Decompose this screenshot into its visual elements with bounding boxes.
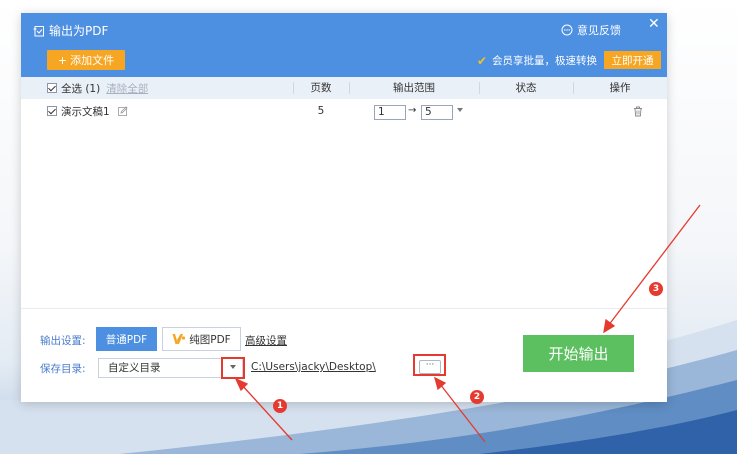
range-from-input[interactable]: 1 xyxy=(374,105,406,120)
select-all-label: 全选 (1) xyxy=(61,82,101,95)
table-row: 演示文稿1 5 1 → 5 xyxy=(21,100,667,122)
vip-check-icon: ✔ xyxy=(477,53,488,68)
feedback-label: 意见反馈 xyxy=(577,24,621,37)
plus-icon: + xyxy=(57,53,68,67)
chat-bubble-icon xyxy=(561,24,573,36)
save-dir-label: 保存目录: xyxy=(40,363,86,375)
export-pdf-icon xyxy=(33,25,44,36)
output-settings-label: 输出设置: xyxy=(40,335,86,347)
row-file-name: 演示文稿1 xyxy=(47,100,128,122)
col-pages: 页数 xyxy=(310,82,332,94)
range-to-input[interactable]: 5 xyxy=(421,105,453,120)
start-export-button[interactable]: 开始输出 xyxy=(523,335,634,372)
trash-icon[interactable] xyxy=(633,106,643,117)
annotation-badge-1: 1 xyxy=(273,399,287,413)
close-icon[interactable]: ✕ xyxy=(648,17,660,31)
highlight-browse xyxy=(413,354,446,376)
feedback-link[interactable]: 意见反馈 xyxy=(561,22,621,38)
open-vip-button[interactable]: 立即开通 xyxy=(604,51,661,69)
title-bar: 输出为PDF 意见反馈 ✕ + 添加文件 ✔ 会员享批量，极速转换 立即开通 xyxy=(21,13,667,77)
highlight-dropdown xyxy=(221,357,245,379)
vip-promo: ✔ 会员享批量，极速转换 xyxy=(477,53,597,68)
add-file-label: 添加文件 xyxy=(70,54,115,67)
select-all[interactable]: 全选 (1) 清除全部 xyxy=(47,77,148,99)
row-checkbox[interactable] xyxy=(47,106,57,116)
image-pdf-label: 纯图PDF xyxy=(189,333,231,346)
col-actions: 操作 xyxy=(609,82,631,94)
vip-crown-icon xyxy=(172,334,186,344)
file-table-header: 全选 (1) 清除全部 页数 输出范围 状态 操作 xyxy=(21,77,667,99)
normal-pdf-button[interactable]: 普通PDF xyxy=(96,327,157,351)
range-dropdown-icon[interactable] xyxy=(457,108,463,112)
window-title-text: 输出为PDF xyxy=(49,24,109,38)
image-pdf-button[interactable]: 纯图PDF xyxy=(162,327,241,351)
annotation-badge-3: 3 xyxy=(649,282,663,296)
add-file-button[interactable]: + 添加文件 xyxy=(47,50,125,70)
file-name: 演示文稿1 xyxy=(61,105,110,118)
vip-promo-text: 会员享批量，极速转换 xyxy=(492,55,598,67)
col-range: 输出范围 xyxy=(393,82,435,94)
edit-icon[interactable] xyxy=(117,106,128,116)
annotation-badge-2: 2 xyxy=(470,390,484,404)
settings-divider xyxy=(21,308,667,309)
clear-all-link[interactable]: 清除全部 xyxy=(106,81,148,96)
range-arrow: → xyxy=(408,105,417,116)
advanced-settings-link[interactable]: 高级设置 xyxy=(245,333,287,348)
export-pdf-dialog: 输出为PDF 意见反馈 ✕ + 添加文件 ✔ 会员享批量，极速转换 立即开通 全… xyxy=(21,13,667,402)
save-path-link[interactable]: C:\Users\jacky\Desktop\ xyxy=(251,361,376,373)
window-title: 输出为PDF xyxy=(33,22,108,39)
select-all-checkbox[interactable] xyxy=(47,83,57,93)
row-page-count: 5 xyxy=(317,105,325,117)
col-status: 状态 xyxy=(515,82,537,94)
